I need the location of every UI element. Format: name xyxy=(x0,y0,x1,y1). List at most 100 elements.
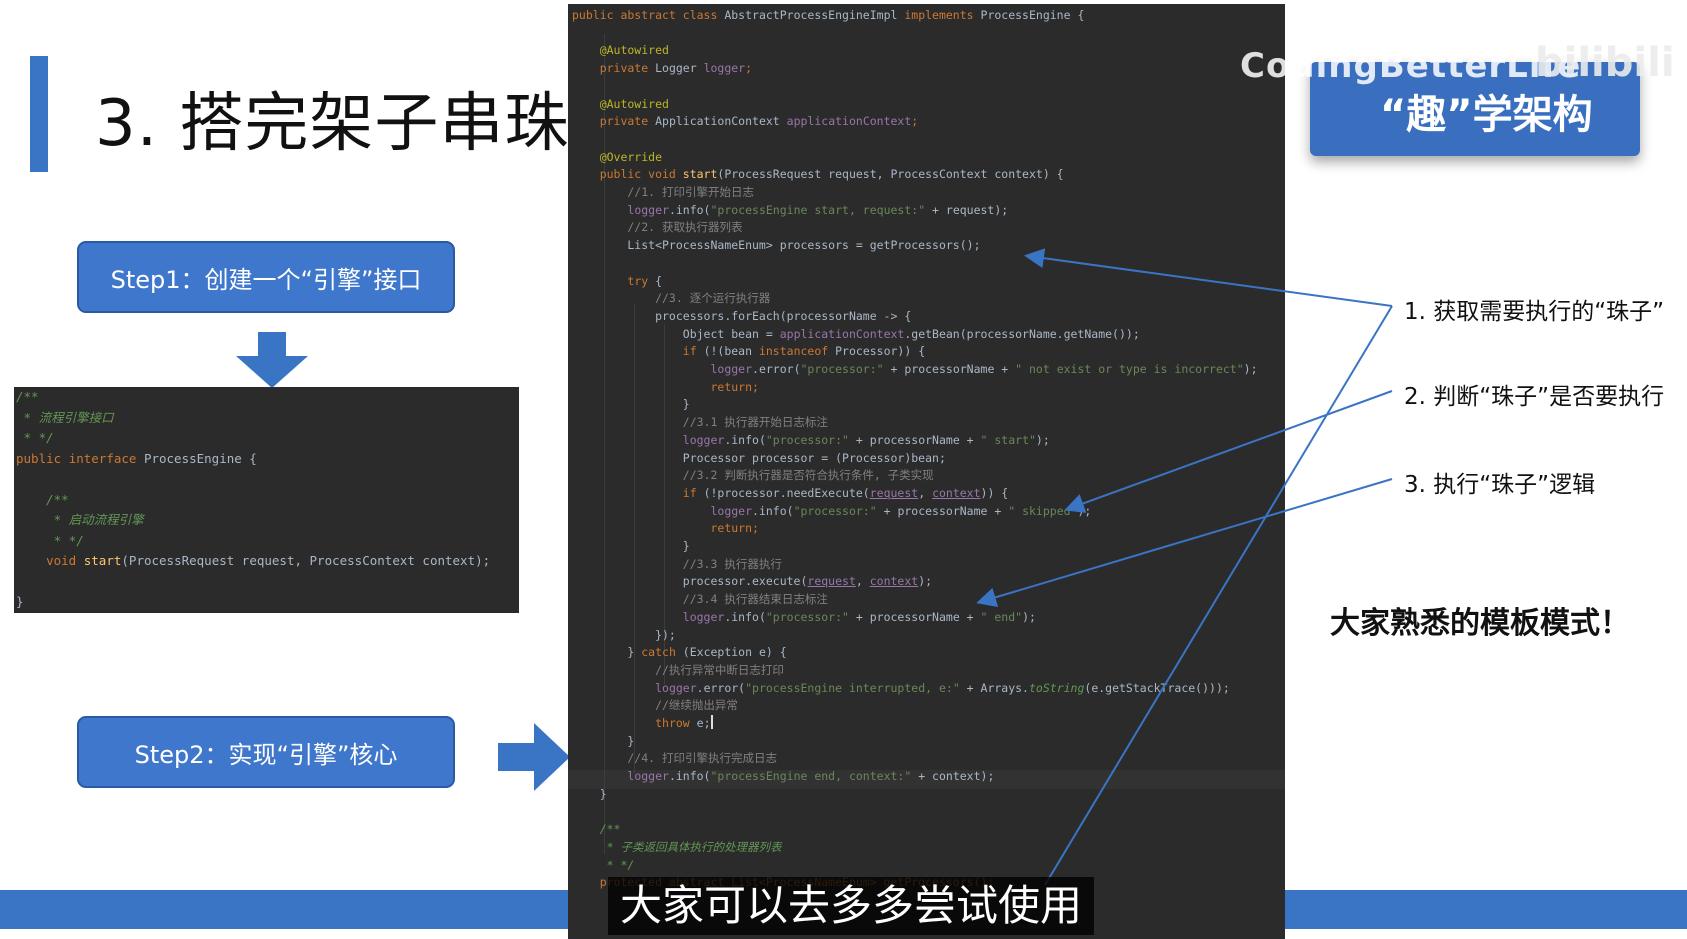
code-token: (ProcessRequest request, ProcessContext … xyxy=(717,167,1064,182)
code-line: * 子类返回具体执行的处理器列表 xyxy=(572,838,782,857)
code-line: } catch (Exception e) { xyxy=(572,643,787,662)
code-token: logger xyxy=(682,609,725,624)
code-token: applicationContext xyxy=(779,326,905,341)
code-token: //4. 打印引擎执行完成日志 xyxy=(572,751,778,766)
label-judge-beads: 2. 判断“珠子”是否要执行 xyxy=(1404,384,1665,410)
code-token: AbstractProcessEngineImpl xyxy=(724,8,905,22)
code-token: ; xyxy=(911,114,919,129)
code-line: }); xyxy=(572,626,676,645)
code-line: Processor processor = (Processor)bean; xyxy=(572,449,946,468)
code-token: (!(bean xyxy=(703,344,759,359)
code-line: Object bean = applicationContext.getBean… xyxy=(572,325,1140,344)
code-line: //继续抛出异常 xyxy=(572,696,738,715)
code-line: public void start(ProcessRequest request… xyxy=(572,165,1064,184)
code-token: + processorName + xyxy=(848,432,981,447)
code-token: "processEngine end, context:" xyxy=(710,769,912,784)
code-token: ); xyxy=(1077,503,1092,518)
code-line: public interface ProcessEngine { xyxy=(16,449,519,470)
code-token: } xyxy=(572,733,635,748)
code-token: " not exist or type is incorrect" xyxy=(1015,362,1244,376)
code-token: (e.getStackTrace())); xyxy=(1084,680,1230,695)
code-token: catch xyxy=(641,645,683,660)
code-token: ApplicationContext xyxy=(655,114,787,129)
code-token: }); xyxy=(572,627,676,642)
slide-title: 3. 搭完架子串珠子 xyxy=(95,87,635,161)
down-arrow-icon xyxy=(236,332,308,388)
code-line: //3.2 判断执行器是否符合执行条件, 子类实现 xyxy=(572,466,934,485)
template-pattern-note: 大家熟悉的模板模式！ xyxy=(1330,606,1630,641)
code-token: (!processor.needExecute( xyxy=(703,485,870,500)
code-line: void start(ProcessRequest request, Proce… xyxy=(16,551,519,572)
code-line: return; xyxy=(572,519,758,538)
code-line: //4. 打印引擎执行完成日志 xyxy=(572,749,777,768)
code-line: * 启动流程引擎 xyxy=(16,510,519,531)
code-token: { xyxy=(655,273,663,288)
code-token: } xyxy=(572,786,607,801)
code-token: .getBean(processorName.getName()); xyxy=(904,326,1140,341)
code-token: Processor)) { xyxy=(835,344,926,359)
code-token: //继续抛出异常 xyxy=(572,698,738,713)
code-token: (ProcessRequest request, ProcessContext … xyxy=(121,553,491,568)
code-token: , xyxy=(855,574,870,589)
code-token: )) { xyxy=(980,485,1009,500)
code-token: " start" xyxy=(980,432,1036,447)
code-token: ; xyxy=(745,61,753,76)
code-line: throw e; xyxy=(572,714,713,733)
code-line: if (!processor.needExecute(request, cont… xyxy=(572,484,1008,503)
code-token: //3. 逐个运行执行器 xyxy=(572,291,771,306)
step2-box: Step2：实现“引擎”核心 xyxy=(77,716,455,788)
code-token: logger xyxy=(682,432,725,447)
code-token: private xyxy=(572,114,656,129)
code-token: /** xyxy=(572,822,621,837)
code-token: Processor processor = (Processor)bean; xyxy=(572,450,946,465)
code-token: public xyxy=(16,450,69,466)
code-token: //3.2 判断执行器是否符合执行条件, 子类实现 xyxy=(572,468,934,483)
code-token: * */ xyxy=(572,857,635,872)
code-line: return; xyxy=(572,378,758,397)
code-line: /** xyxy=(16,387,519,408)
code-token: "processEngine start, request:" xyxy=(710,202,926,217)
code-line: @Autowired xyxy=(572,95,669,114)
code-token: processors.forEach(processorName -> { xyxy=(572,308,912,323)
code-line: } xyxy=(572,732,634,751)
code-token: + Arrays. xyxy=(959,680,1029,695)
code-token: try xyxy=(627,273,656,288)
code-token: logger xyxy=(703,61,746,76)
code-token: logger xyxy=(710,362,753,376)
code-line: logger.info("processor:" + processorName… xyxy=(572,608,1036,627)
code-token: .error( xyxy=(696,680,746,695)
code-line: List<ProcessNameEnum> processors = getPr… xyxy=(572,236,980,255)
code-token: interface xyxy=(68,450,144,466)
code-token: ); xyxy=(918,574,933,589)
code-token: (Exception e) { xyxy=(682,645,787,660)
code-token: /** xyxy=(16,389,39,404)
code-token: + processorName + xyxy=(848,609,981,624)
code-token: .info( xyxy=(752,503,794,518)
code-line: processor.execute(request, context); xyxy=(572,572,932,591)
code-token: applicationContext xyxy=(786,114,912,129)
code-line: //3.3 执行器执行 xyxy=(572,555,782,574)
code-token: implements xyxy=(904,8,981,22)
code-token: private xyxy=(572,61,656,76)
code-token: instanceof xyxy=(758,344,836,359)
code-token: start xyxy=(682,167,718,182)
code-line: private ApplicationContext applicationCo… xyxy=(572,112,919,131)
code-token: .info( xyxy=(724,609,766,624)
code-token: .info( xyxy=(668,202,711,217)
code-line: //1. 打印引擎开始日志 xyxy=(572,183,754,202)
code-line: //执行异常中断日志打印 xyxy=(572,661,784,680)
text-cursor xyxy=(710,715,713,729)
code-token: e; xyxy=(696,716,711,730)
right-arrow-icon xyxy=(498,723,570,791)
code-token: } xyxy=(572,397,690,412)
code-token: logger xyxy=(627,202,669,217)
code-token: ProcessEngine { xyxy=(980,8,1085,22)
